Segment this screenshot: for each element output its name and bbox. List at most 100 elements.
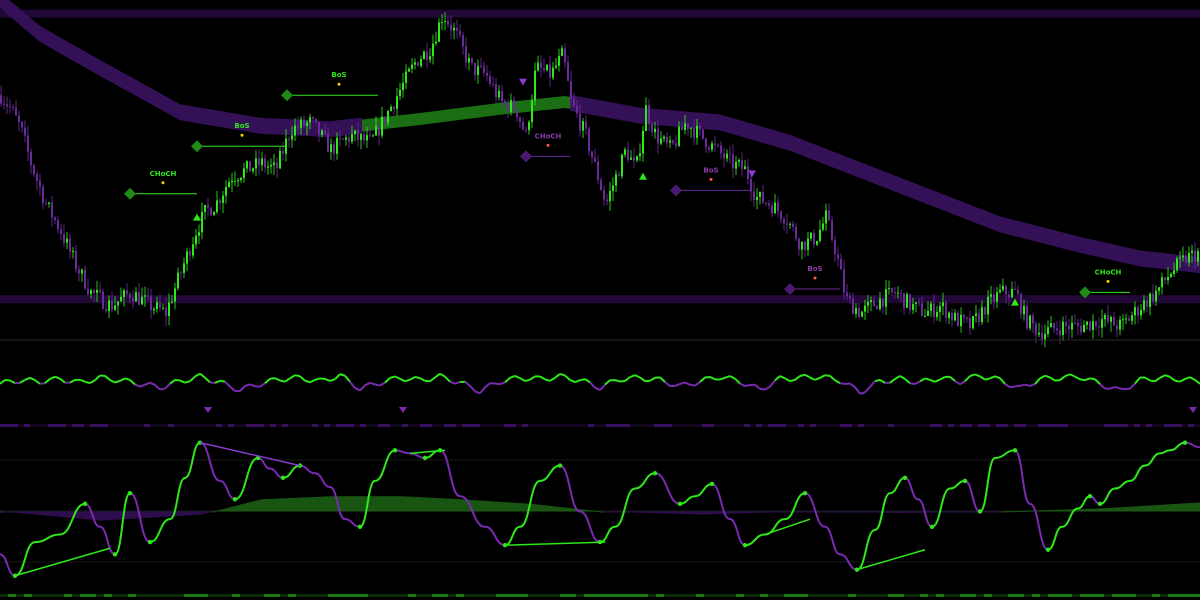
ma-band-segment	[976, 207, 978, 224]
oscillator-fill-bar	[387, 496, 390, 512]
momentum-strip-cell	[36, 424, 42, 427]
momentum-strip-cell	[1098, 424, 1104, 427]
ma-band-segment	[448, 109, 450, 122]
momentum-line-segment	[124, 377, 131, 381]
ma-band-segment	[720, 114, 722, 131]
oscillator-fill-bar	[567, 507, 570, 512]
oscillator-fill-bar	[126, 511, 129, 520]
oscillator-strip-cell	[944, 594, 952, 597]
ma-band-segment	[1152, 251, 1154, 268]
oscillator-fill-bar	[15, 511, 18, 513]
candle-body	[75, 250, 77, 270]
oscillator-fill-bar	[876, 511, 879, 513]
oscillator-strip-cell	[544, 594, 552, 597]
momentum-strip-cell	[378, 424, 384, 427]
momentum-strip-cell	[1194, 424, 1200, 427]
momentum-strip-cell	[780, 424, 786, 427]
ma-band-segment	[522, 100, 524, 113]
oscillator-fill-bar	[870, 511, 873, 513]
momentum-strip-cell	[1014, 424, 1020, 427]
oscillator-fill-bar	[1026, 510, 1029, 512]
candle-body	[42, 186, 44, 204]
momentum-strip-cell	[1140, 424, 1146, 427]
momentum-strip-cell	[1038, 424, 1044, 427]
candle-body	[432, 43, 434, 57]
ma-band-segment	[280, 118, 282, 135]
momentum-line-segment	[184, 380, 191, 384]
oscillator-strip-cell	[320, 594, 328, 597]
oscillator-fill-bar	[303, 497, 306, 512]
ma-band-segment	[900, 177, 902, 195]
candle-body	[36, 174, 38, 181]
ma-band-segment	[964, 202, 966, 220]
candle-body	[516, 110, 518, 118]
momentum-strip-cell	[462, 424, 468, 427]
oscillator-fill-bar	[294, 497, 297, 512]
oscillator-fill-bar	[828, 511, 831, 513]
candle-body	[219, 200, 221, 203]
candle-body	[630, 157, 632, 160]
candle-body	[48, 202, 50, 204]
momentum-strip-cell	[228, 424, 234, 427]
oscillator-fill-bar	[405, 496, 408, 512]
ma-band-segment	[332, 120, 334, 137]
oscillator-fill-bar	[1170, 504, 1173, 512]
oscillator-strip-cell	[128, 594, 136, 597]
candle-body	[201, 211, 203, 233]
oscillator-strip-cell	[56, 594, 64, 597]
structure-dot	[546, 143, 550, 147]
ma-band-segment	[1150, 251, 1152, 268]
oscillator-fill-bar	[300, 497, 303, 512]
oscillator-fill-bar	[1152, 505, 1155, 512]
oscillator-fill-bar	[381, 496, 384, 512]
candle-body	[531, 100, 533, 123]
candle-body	[651, 123, 653, 133]
ma-band-segment	[1042, 227, 1044, 244]
oscillator-fill-bar	[852, 511, 855, 513]
oscillator-fill-bar	[243, 503, 246, 512]
oscillator-strip-cell	[1056, 594, 1064, 597]
ma-band-segment	[476, 105, 478, 118]
momentum-strip-cell	[1116, 424, 1122, 427]
oscillator-fill-bar	[234, 505, 237, 512]
candle-body	[921, 303, 923, 316]
momentum-strip-cell	[252, 424, 258, 427]
oscillator-strip-cell	[576, 594, 584, 597]
oscillator-strip-cell	[32, 594, 40, 597]
momentum-strip-cell	[168, 424, 174, 427]
ma-band-segment	[114, 67, 116, 85]
momentum-strip-cell	[342, 424, 348, 427]
ma-band-segment	[832, 151, 834, 168]
candle-body	[765, 202, 767, 204]
candle-body	[744, 166, 746, 170]
momentum-strip-cell	[690, 424, 696, 427]
momentum-line-segment	[789, 378, 796, 383]
oscillator-fill-bar	[291, 497, 294, 512]
oscillator-fill-bar	[648, 511, 651, 513]
ma-band-segment	[478, 105, 480, 118]
oscillator-pivot-dot	[357, 524, 363, 529]
candle-body	[675, 143, 677, 146]
ma-band-segment	[884, 171, 886, 189]
candle-body	[687, 123, 689, 130]
momentum-strip-cell	[42, 424, 48, 427]
ma-band-segment	[998, 215, 1000, 233]
ma-band-segment	[456, 108, 458, 121]
momentum-line-segment	[839, 382, 846, 385]
candle-body	[1128, 318, 1130, 321]
momentum-strip-cell	[1104, 424, 1110, 427]
oscillator-strip-cell	[608, 594, 616, 597]
ma-band-segment	[926, 187, 928, 205]
ma-band-segment	[390, 116, 392, 129]
ma-band-segment	[38, 24, 40, 42]
ma-band-segment	[726, 116, 728, 133]
ma-band-segment	[1090, 239, 1092, 256]
oscillator-fill-bar	[1179, 503, 1182, 512]
oscillator-fill-bar	[498, 501, 501, 512]
ma-band-segment	[764, 127, 766, 144]
candle-body	[696, 125, 698, 138]
momentum-strip-cell	[1182, 424, 1188, 427]
ma-band-segment	[276, 118, 278, 135]
ma-band-segment	[826, 148, 828, 166]
candle-body	[750, 178, 752, 192]
